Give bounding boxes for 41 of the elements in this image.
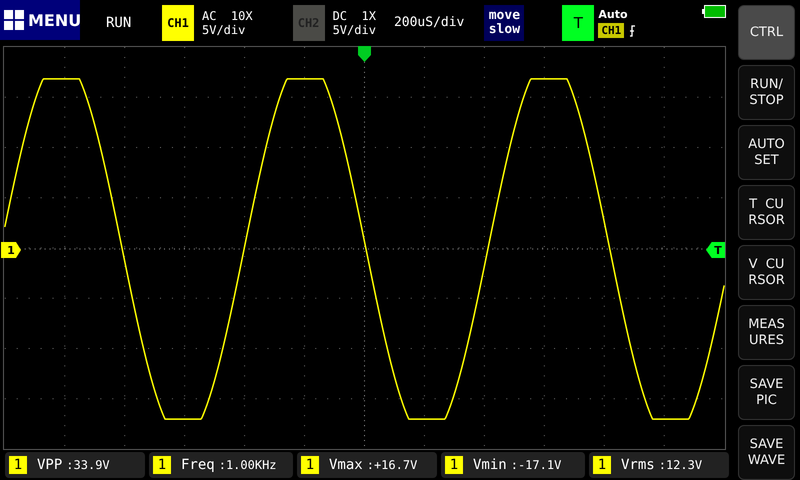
side-menu-button[interactable]: MEAS URES: [738, 305, 795, 360]
channel-badge: 1: [9, 456, 27, 474]
side-menu-button[interactable]: T CU RSOR: [738, 185, 795, 240]
grid-icon: [4, 10, 24, 30]
timebase: 200uS/div: [394, 15, 464, 31]
channel-badge: 1: [301, 456, 319, 474]
measurement-name: Freq: [181, 456, 215, 474]
rising-edge-icon: [629, 24, 636, 37]
channel-scale: 5V/div: [332, 23, 376, 38]
measurement-value: :+16.7V: [366, 458, 418, 472]
side-menu-button[interactable]: SAVE PIC: [738, 365, 795, 420]
measurement-name: Vrms: [621, 456, 655, 474]
channel-scale: 5V/div: [202, 23, 246, 38]
measurement-value: :33.9V: [66, 458, 110, 472]
measurement-value: :-17.1V: [510, 458, 562, 472]
measurement-value: :12.3V: [658, 458, 702, 472]
channel-coupling: DC 1X: [332, 8, 376, 23]
move-speed-button[interactable]: move slow: [484, 5, 524, 41]
battery-icon: [702, 5, 726, 18]
measurement-value: :1.00KHz: [218, 458, 277, 472]
channel-badge: 1: [445, 456, 463, 474]
measurement-name: VPP: [37, 456, 62, 474]
side-menu-button[interactable]: V CU RSOR: [738, 245, 795, 300]
side-menu-button[interactable]: SAVE WAVE: [738, 425, 795, 480]
trigger-button[interactable]: T: [562, 5, 594, 41]
channel-badge: 1: [153, 456, 171, 474]
channel-badge: 1: [593, 456, 611, 474]
trigger-mode: Auto: [598, 8, 629, 22]
trigger-level-marker[interactable]: T: [706, 242, 725, 258]
side-menu-button[interactable]: CTRL: [738, 5, 795, 60]
run-state: RUN: [106, 14, 132, 32]
menu-button[interactable]: MENU: [0, 0, 80, 40]
trigger-source: CH1: [598, 23, 624, 38]
measurement-name: Vmax: [329, 456, 363, 474]
measurement-name: Vmin: [473, 456, 507, 474]
channel-button[interactable]: CH1: [162, 5, 194, 41]
trigger-position-marker[interactable]: [358, 46, 371, 62]
channel-marker[interactable]: 1: [1, 242, 21, 258]
side-menu-button[interactable]: RUN/ STOP: [738, 65, 795, 120]
channel-coupling: AC 10X: [202, 8, 253, 23]
side-menu-button[interactable]: AUTO SET: [738, 125, 795, 180]
